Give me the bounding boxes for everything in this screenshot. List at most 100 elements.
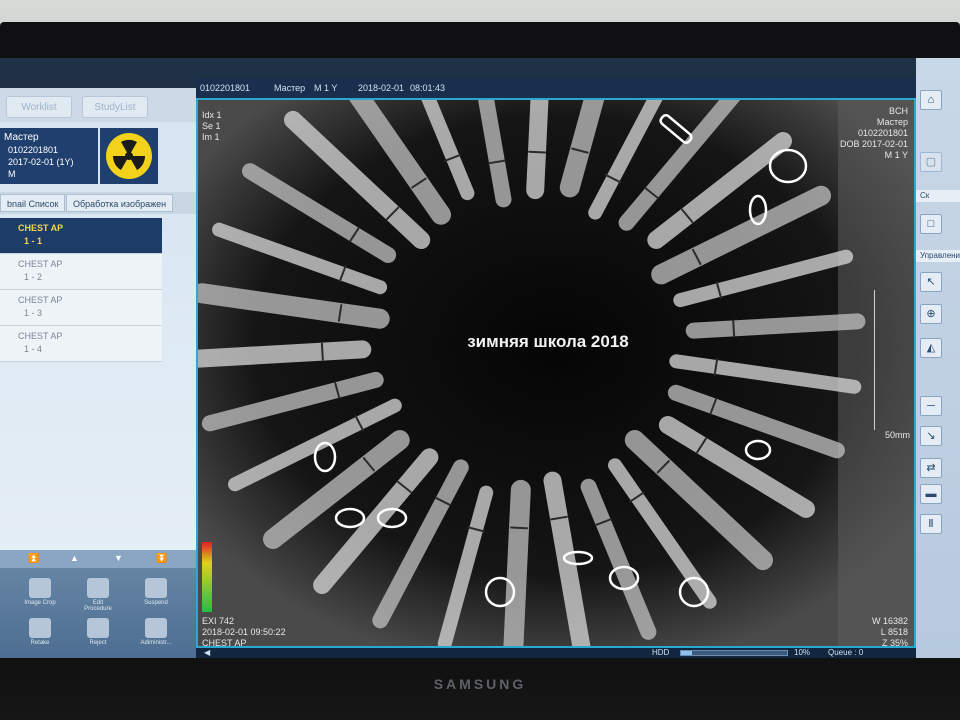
left-panel: Worklist StudyList Мастер 0102201801 201… (0, 88, 196, 658)
sub-tabs: bnail Список Обработка изображен (0, 192, 196, 214)
patient-name: Мастер (4, 132, 39, 143)
overlay-protocol: CHEST AP (202, 638, 247, 648)
zoom-icon[interactable]: ⊕ (920, 304, 942, 324)
info-patient-id: 0102201801 (200, 83, 251, 93)
scroll-left-icon[interactable]: ◀ (204, 648, 210, 658)
top-tabs: Worklist StudyList (0, 88, 196, 122)
scroll-top-icon[interactable]: ⏫ (28, 553, 39, 564)
tab-studylist[interactable]: StudyList (82, 96, 148, 118)
tab-thumbnail-list[interactable]: bnail Список (0, 194, 66, 212)
home-icon[interactable]: ⌂ (920, 90, 942, 110)
series-item[interactable]: CHEST AP 1 - 4 (0, 326, 162, 362)
scroll-bottom-icon[interactable]: ⏬ (156, 553, 167, 564)
scroll-arrows: ⏫ ▲ ▼ ⏬ (0, 550, 196, 568)
disk-usage-value: 10% (794, 648, 811, 657)
series-label: CHEST AP (18, 259, 63, 269)
overlay-zoom: Z 35% (881, 638, 908, 648)
annotation-text[interactable]: зимняя школа 2018 (418, 332, 678, 352)
patient-id: 0102201801 (8, 145, 59, 155)
overlay-window-width: W 16382 (871, 616, 908, 626)
reject-button[interactable]: Reject (80, 618, 116, 646)
overlay-sex-age: M 1 Y (884, 150, 908, 160)
tab-worklist[interactable]: Worklist (6, 96, 72, 118)
overlay-top-right: BCH Мастер 0102201801 DOB 2017-02-01 M 1… (840, 106, 908, 161)
series-list: CHEST AP 1 - 1 CHEST AP 1 - 2 CHEST AP 1… (0, 218, 162, 362)
patient-dob: 2017-02-01 (1Y) (8, 157, 74, 167)
edit-icon (87, 578, 109, 598)
tool-label: Reject (89, 640, 107, 646)
finger-joint (510, 526, 528, 530)
disk-label: HDD (652, 648, 670, 657)
queue-status: Queue : 0 (828, 648, 864, 657)
finger-joint (528, 150, 546, 154)
image-crop-button[interactable]: Image Crop (22, 578, 58, 606)
status-bar: ◀ HDD 10% Queue : 0 (196, 648, 916, 658)
radiation-indicator (100, 128, 158, 184)
series-item[interactable]: CHEST AP 1 - 1 (0, 218, 162, 254)
tool-label: Retake (30, 640, 50, 646)
overlay-dob: DOB 2017-02-01 (839, 139, 908, 149)
overlay-patient-id: 0102201801 (857, 128, 908, 138)
overlay-index: Idx 1 (202, 110, 222, 120)
overlay-bottom-left: EXI 742 2018-02-01 09:50:22 CHEST AP (202, 616, 286, 648)
finger-bone (198, 340, 372, 368)
finger-joint (320, 342, 324, 361)
series-label: CHEST AP (18, 331, 63, 341)
overlay-exposure-index: EXI 742 (202, 616, 235, 626)
finger-bone (685, 313, 866, 339)
patient-card[interactable]: Мастер 0102201801 2017-02-01 (1Y) M (0, 128, 98, 184)
series-item[interactable]: CHEST AP 1 - 3 (0, 290, 162, 326)
tool-label: Adiministr... (140, 640, 172, 646)
image-viewport[interactable]: Idx 1 Se 1 Im 1 BCH Мастер 0102201801 DO… (196, 98, 916, 648)
right-toolbar: ⌂ ▢ Ск □ Управлени ↖ ⊕ ◭ ─ ↘ ⇄ ▬ Ⅱ (916, 58, 960, 658)
tab-image-processing[interactable]: Обработка изображен (66, 194, 174, 212)
crop-icon (29, 578, 51, 598)
info-date: 2018-02-01 (358, 83, 405, 93)
flip-icon[interactable]: ⇄ (920, 458, 942, 478)
section-header: Ск (916, 190, 960, 202)
series-index: 1 - 1 (24, 236, 43, 246)
retake-icon (29, 618, 51, 638)
section-header: Управлени (916, 250, 960, 262)
overlay-institution: BCH (888, 106, 908, 116)
scale-label: 50mm (884, 430, 910, 440)
left-toolbar: ⏫ ▲ ▼ ⏬ Image Crop Edit Procedure Suspen… (0, 550, 196, 658)
overlay-top-left: Idx 1 Se 1 Im 1 (202, 110, 222, 143)
radiation-icon (106, 133, 152, 179)
scroll-up-icon[interactable]: ▲ (70, 553, 79, 563)
tool-label: Image Crop (24, 600, 56, 606)
finger-bone (503, 479, 531, 646)
series-index: 1 - 4 (24, 344, 43, 354)
admin-icon (145, 618, 167, 638)
scroll-down-icon[interactable]: ▼ (114, 553, 123, 563)
info-sex-age: M 1 Y (314, 83, 338, 93)
edit-procedure-button[interactable]: Edit Procedure (80, 578, 116, 612)
pointer-icon[interactable]: ↖ (920, 272, 942, 292)
overlay-series: Se 1 (202, 121, 221, 131)
suspend-icon (145, 578, 167, 598)
suspend-button[interactable]: Suspend (138, 578, 174, 606)
disk-usage-bar (680, 650, 788, 656)
monitor-brand: SAMSUNG (433, 676, 527, 692)
xray-image (198, 100, 914, 646)
save-icon[interactable]: ▬ (920, 484, 942, 504)
select-frame-icon[interactable]: □ (920, 214, 942, 234)
series-item[interactable]: CHEST AP 1 - 2 (0, 254, 162, 290)
series-index: 1 - 3 (24, 308, 43, 318)
rotate-icon[interactable]: ◭ (920, 338, 942, 358)
series-label: CHEST AP (18, 295, 63, 305)
layout-icon[interactable]: ▢ (920, 152, 942, 172)
monitor-screen: Worklist StudyList Мастер 0102201801 201… (0, 58, 960, 658)
info-patient-name: Мастер (274, 83, 306, 93)
tool-label: Suspend (144, 600, 168, 606)
overlay-patient-name: Мастер (876, 117, 908, 127)
pause-icon[interactable]: Ⅱ (920, 514, 942, 534)
measure-icon[interactable]: ↘ (920, 426, 942, 446)
finger-joint (732, 319, 736, 338)
overlay-bottom-right: W 16382 L 8518 Z 35% (871, 616, 908, 648)
administration-button[interactable]: Adiministr... (138, 618, 174, 646)
retake-button[interactable]: Retake (22, 618, 58, 646)
overlay-image: Im 1 (202, 132, 220, 142)
overlay-acquisition-time: 2018-02-01 09:50:22 (202, 627, 286, 637)
line-tool-icon[interactable]: ─ (920, 396, 942, 416)
